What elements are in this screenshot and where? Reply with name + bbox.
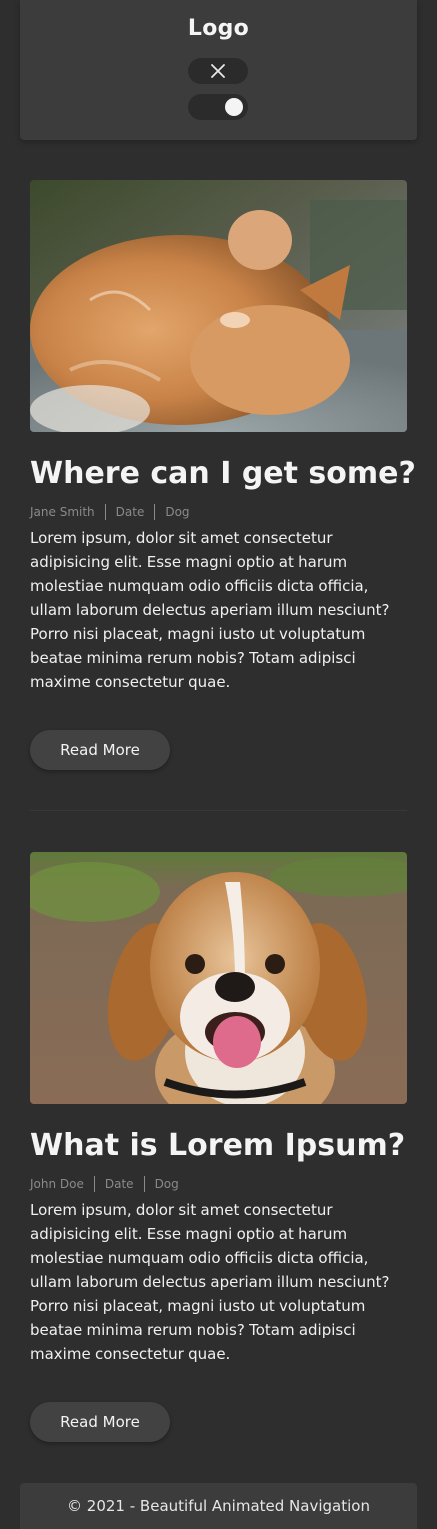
post-title[interactable]: Where can I get some? (30, 454, 416, 494)
post-author[interactable]: John Doe (30, 1177, 84, 1191)
post-card: What is Lorem Ipsum? John Doe Date Dog L… (30, 852, 407, 1442)
meta-divider (93, 1176, 95, 1192)
post-meta: Jane Smith Date Dog (30, 504, 407, 520)
toggle-knob (225, 98, 243, 116)
read-more-button[interactable]: Read More (30, 1402, 170, 1442)
post-date: Date (115, 505, 145, 519)
post-body: Lorem ipsum, dolor sit amet consectetur … (30, 529, 390, 691)
footer: © 2021 - Beautiful Animated Navigation (20, 1483, 417, 1529)
read-more-button[interactable]: Read More (30, 730, 170, 770)
theme-toggle[interactable] (188, 94, 248, 120)
post-category[interactable]: Dog (155, 1177, 179, 1191)
post-image-dog (30, 852, 407, 1104)
post-card: Where can I get some? Jane Smith Date Do… (30, 180, 416, 770)
close-menu-button[interactable] (188, 58, 248, 84)
post-author[interactable]: Jane Smith (30, 505, 95, 519)
logo[interactable]: Logo (20, 16, 417, 41)
meta-divider (143, 1176, 145, 1192)
post-body: Lorem ipsum, dolor sit amet consectetur … (30, 1201, 390, 1363)
close-icon (211, 64, 225, 78)
post-divider (30, 810, 407, 811)
post-date: Date (104, 1177, 134, 1191)
post-image-cat (30, 180, 407, 432)
post-category[interactable]: Dog (165, 505, 189, 519)
post-title[interactable]: What is Lorem Ipsum? (30, 1126, 407, 1166)
header: Logo (20, 0, 417, 140)
post-meta: John Doe Date Dog (30, 1176, 407, 1192)
meta-divider (104, 504, 106, 520)
footer-text: © 2021 - Beautiful Animated Navigation (67, 1497, 370, 1515)
meta-divider (154, 504, 156, 520)
